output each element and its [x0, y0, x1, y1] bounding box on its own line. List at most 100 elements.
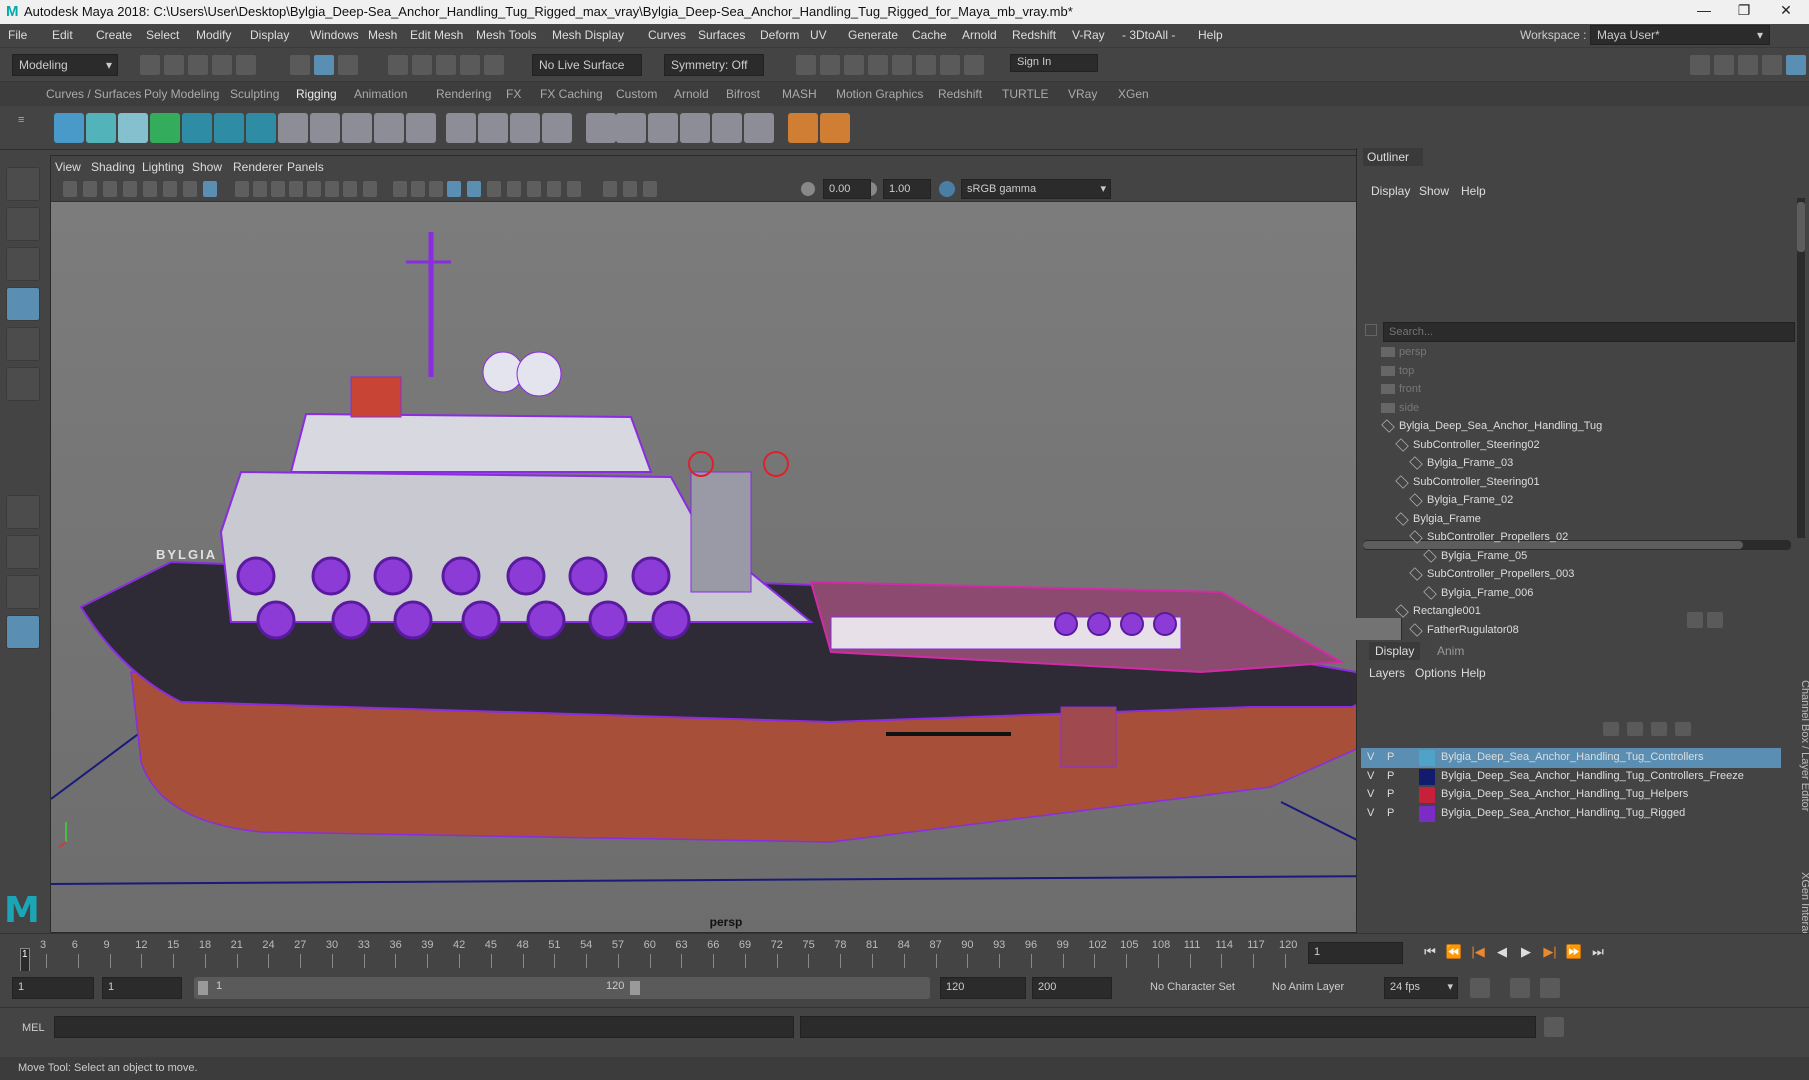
gate-mask-icon[interactable] [271, 181, 285, 197]
outliner-item[interactable]: Rectangle001 [1395, 604, 1809, 625]
paint-weights-icon[interactable] [246, 113, 276, 143]
shelf-tab-fx-caching[interactable]: FX Caching [540, 87, 603, 101]
shelf-tab-custom[interactable]: Custom [616, 87, 657, 101]
layer-visibility-toggle[interactable]: V [1367, 751, 1374, 763]
play-forward-icon[interactable]: ▶ [1516, 944, 1536, 962]
render-settings-icon[interactable] [868, 55, 888, 75]
loop-icon[interactable] [1470, 978, 1490, 998]
snap-point-icon[interactable] [436, 55, 456, 75]
viewport-menu-view[interactable]: View [55, 160, 81, 174]
scene-view[interactable]: BYLGIA persp [50, 202, 1402, 932]
blend-shape-icon[interactable] [616, 113, 646, 143]
orient-joint-icon[interactable] [310, 113, 340, 143]
menu-mesh[interactable]: Mesh [368, 28, 397, 42]
range-start-handle[interactable] [198, 981, 208, 995]
mode-select[interactable]: Modeling ▾ [12, 54, 118, 76]
undo-icon[interactable] [212, 55, 232, 75]
layer-playback-toggle[interactable]: P [1387, 770, 1394, 782]
lock-camera-icon[interactable] [83, 181, 97, 197]
step-back-frame-icon[interactable]: |◀ [1468, 944, 1488, 962]
menu-edit-mesh[interactable]: Edit Mesh [410, 28, 463, 42]
move-tool-icon[interactable] [6, 287, 40, 321]
layer-row[interactable]: V P Bylgia_Deep_Sea_Anchor_Handling_Tug_Co… [1361, 767, 1781, 787]
outliner-item[interactable]: side [1381, 402, 1801, 422]
bind-skin-icon[interactable] [214, 113, 244, 143]
outliner-item[interactable]: SubController_Propellers_02 [1409, 530, 1809, 551]
field-chart-icon[interactable] [289, 181, 303, 197]
exposure-field[interactable]: 0.00 [823, 179, 871, 199]
move-layer-up-icon[interactable] [1603, 722, 1619, 736]
grease-pencil-icon[interactable] [183, 181, 197, 197]
live-surface-field[interactable]: No Live Surface [532, 54, 642, 76]
select-hierarchy-icon[interactable] [290, 55, 310, 75]
shelf-tab-motion-graphics[interactable]: Motion Graphics [836, 87, 923, 101]
wrap-icon[interactable] [586, 113, 616, 143]
viewport-menu-shading[interactable]: Shading [91, 160, 135, 174]
shelf-tab-arnold[interactable]: Arnold [674, 87, 709, 101]
xray-joints-icon[interactable] [623, 181, 637, 197]
joint-tool-icon[interactable] [54, 113, 84, 143]
time-slider[interactable]: 3 6 9 12 15 18 21 24 27 30 33 36 39 42 45 48 51 54 57 60 63 6… [0, 933, 1809, 972]
snap-curve-icon[interactable] [412, 55, 432, 75]
snap-grid-icon[interactable] [388, 55, 408, 75]
menu--3dtoall-[interactable]: - 3DtoAll - [1122, 28, 1175, 42]
lasso-tool-icon[interactable] [6, 207, 40, 241]
menu-create[interactable]: Create [96, 28, 132, 42]
outliner-item[interactable]: SubController_Propellers_003 [1409, 567, 1809, 588]
locator-icon[interactable] [744, 113, 774, 143]
outliner-item[interactable]: top [1381, 365, 1801, 385]
nonlinear-icon[interactable] [648, 113, 678, 143]
shelf-tab-poly-modeling[interactable]: Poly Modeling [144, 87, 219, 101]
layer-menu-layers[interactable]: Layers [1369, 666, 1405, 680]
outliner-layout-icon[interactable] [6, 615, 40, 649]
range-slider-bar[interactable]: 1 120 [194, 977, 930, 999]
xray-icon[interactable] [603, 181, 617, 197]
shelf-tab-mash[interactable]: MASH [782, 87, 817, 101]
end-frame-field[interactable]: 200 [1032, 977, 1112, 999]
cluster-icon[interactable] [542, 113, 572, 143]
smooth-shade-icon[interactable] [363, 181, 377, 197]
viewport-menu-renderer[interactable]: Renderer [233, 160, 283, 174]
sign-in-button[interactable]: Sign In [1010, 54, 1098, 72]
new-layer-selected-icon[interactable] [1675, 722, 1691, 736]
select-tool-icon[interactable] [6, 167, 40, 201]
new-layer-icon[interactable] [1651, 722, 1667, 736]
move-layer-down-icon[interactable] [1627, 722, 1643, 736]
outliner-item[interactable]: SubController_Steering01 [1395, 474, 1809, 496]
vray-render-icon[interactable] [940, 55, 960, 75]
script-editor-icon[interactable] [1544, 1017, 1564, 1037]
menu-uv[interactable]: UV [810, 28, 827, 42]
curve-icon[interactable] [788, 113, 818, 143]
step-forward-key-icon[interactable]: ⏩ [1564, 944, 1584, 962]
menu-help[interactable]: Help [1198, 28, 1223, 42]
layer-playback-toggle[interactable]: P [1387, 751, 1394, 763]
workspace-select[interactable]: Maya User* ▾ [1590, 25, 1770, 45]
step-back-key-icon[interactable]: ⏪ [1444, 944, 1464, 962]
shelf-tab-curves-surfaces[interactable]: Curves / Surfaces [46, 87, 141, 101]
shelf-tab-bifrost[interactable]: Bifrost [726, 87, 760, 101]
mirror-joint-icon[interactable] [278, 113, 308, 143]
use-all-lights-icon[interactable] [447, 181, 461, 197]
rotate-tool-icon[interactable] [6, 327, 40, 361]
safe-title-icon[interactable] [325, 181, 339, 197]
camera-attributes-icon[interactable] [103, 181, 117, 197]
fps-select[interactable]: 24 fps ▾ [1384, 977, 1458, 999]
ipr-render-icon[interactable] [844, 55, 864, 75]
shelf-tab-rigging[interactable]: Rigging [296, 87, 337, 101]
redo-icon[interactable] [236, 55, 256, 75]
menu-windows[interactable]: Windows [310, 28, 359, 42]
shadows-icon[interactable] [467, 181, 481, 197]
layer-color-swatch[interactable] [1419, 750, 1435, 766]
current-time-marker[interactable]: 1 [20, 948, 30, 972]
outliner-item[interactable]: Bylgia_Frame_006 [1423, 585, 1809, 607]
outliner-item[interactable]: Bylgia_Frame [1395, 511, 1809, 533]
menu-surfaces[interactable]: Surfaces [698, 28, 745, 42]
ik-spline-icon[interactable] [118, 113, 148, 143]
snap-view-icon[interactable] [460, 55, 480, 75]
channel-box-side-tab[interactable]: Channel Box / Layer Editor [1799, 680, 1809, 850]
open-scene-icon[interactable] [164, 55, 184, 75]
aim-constraint-icon[interactable] [374, 113, 404, 143]
anim-layer-select[interactable]: No Anim Layer [1272, 981, 1344, 993]
command-input[interactable] [54, 1016, 794, 1038]
image-plane-icon[interactable] [143, 181, 157, 197]
